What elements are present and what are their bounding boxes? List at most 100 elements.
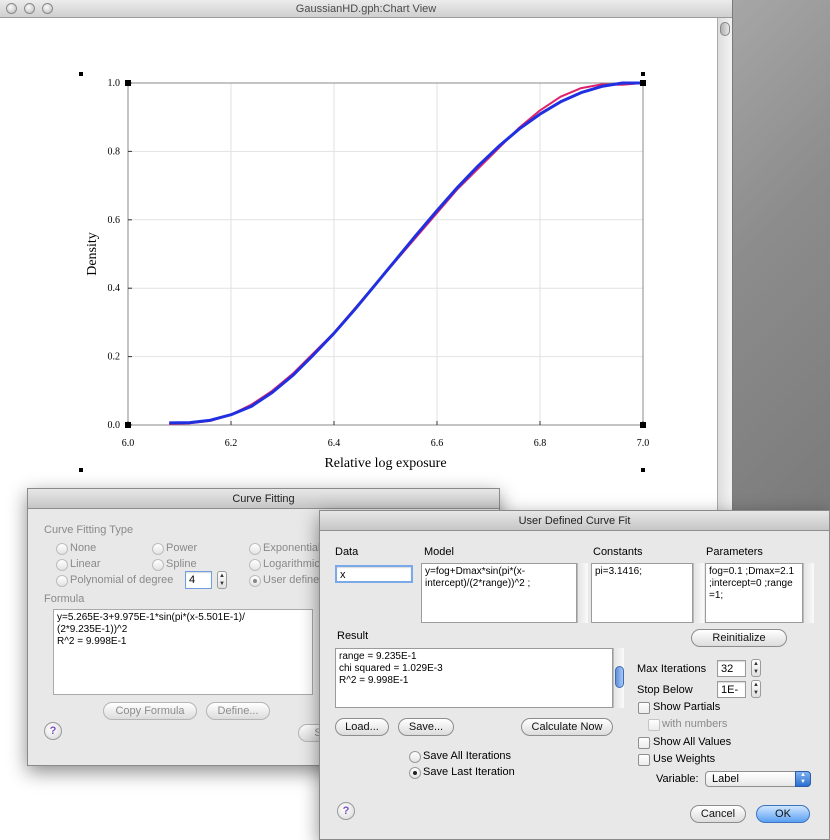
window-title: GaussianHD.gph:Chart View	[295, 3, 437, 15]
fitted-curve-line	[169, 81, 643, 425]
radio-save-all-iterations[interactable]	[409, 751, 421, 763]
ok-button[interactable]: OK	[756, 805, 810, 823]
tick-labels: 6.0 6.2 6.4 6.6 6.8 7.0 0.0 0.2 0.4 0.6 0.8 1.0	[108, 78, 650, 449]
x-tick-label: 6.0	[122, 438, 135, 449]
radio-logarithmic-label: Logarithmic	[263, 558, 320, 570]
copy-formula-button[interactable]: Copy Formula	[103, 702, 197, 720]
minimize-window-button[interactable]	[24, 3, 35, 14]
radio-polynomial[interactable]	[56, 575, 68, 587]
use-weights-label: Use Weights	[653, 753, 716, 765]
constants-textarea[interactable]: pi=3.1416;	[591, 563, 693, 623]
save-last-iteration-label: Save Last Iteration	[423, 766, 515, 778]
stop-below-stepper[interactable]: ▲ ▼	[751, 680, 761, 698]
polynomial-degree-field[interactable]: 4	[185, 571, 212, 589]
radio-spline-label: Spline	[166, 558, 197, 570]
scroll-thumb[interactable]	[720, 22, 730, 36]
show-partials-label: Show Partials	[653, 701, 721, 713]
plot-corner-handle	[125, 80, 131, 86]
calculate-now-button[interactable]: Calculate Now	[521, 718, 613, 736]
load-button[interactable]: Load...	[335, 718, 389, 736]
radio-power-label: Power	[166, 542, 198, 554]
model-textarea[interactable]: y=fog+Dmax*sin(pi*(x- intercept)/(2*rang…	[421, 563, 577, 623]
result-scrollbar[interactable]	[613, 648, 624, 708]
y-axis-label: Density	[85, 232, 100, 276]
plot-frame	[127, 82, 644, 426]
constants-label: Constants	[593, 546, 643, 558]
variable-label: Variable:	[656, 773, 699, 785]
y-tick-label: 0.6	[108, 215, 121, 226]
data-series-line	[169, 82, 644, 425]
line-chart: 6.0 6.2 6.4 6.6 6.8 7.0 0.0 0.2 0.4 0.6 0.8 1.0 Rel…	[79, 72, 650, 472]
radio-linear[interactable]	[56, 559, 68, 571]
show-all-values-label: Show All Values	[653, 736, 732, 748]
parameters-textarea[interactable]: fog=0.1 ;Dmax=2.1 ;intercept=0 ;range =1…	[705, 563, 803, 623]
degree-stepper[interactable]: ▲ ▼	[217, 571, 227, 589]
selection-handle	[641, 72, 645, 76]
with-numbers-label: with numbers	[662, 718, 728, 730]
x-tick-label: 6.8	[534, 438, 547, 449]
result-scroll-thumb[interactable]	[615, 666, 624, 688]
chart-series	[169, 81, 644, 425]
x-tick-label: 7.0	[637, 438, 650, 449]
parameters-scrollbar[interactable]	[803, 563, 814, 623]
show-all-values-checkbox[interactable]	[638, 737, 650, 749]
radio-exponential[interactable]	[249, 543, 261, 555]
radio-power[interactable]	[152, 543, 164, 555]
radio-none[interactable]	[56, 543, 68, 555]
select-arrows-icon: ▲ ▼	[795, 771, 811, 787]
selection-handle	[79, 468, 83, 472]
constants-scrollbar[interactable]	[693, 563, 704, 623]
user-defined-curve-fit-dialog: User Defined Curve Fit Data x Model y=fo…	[319, 510, 830, 840]
variable-select[interactable]: Label ▲ ▼	[705, 771, 811, 787]
plot-corner-handle	[640, 422, 646, 428]
cancel-button[interactable]: Cancel	[690, 805, 746, 823]
y-tick-label: 0.2	[108, 352, 121, 363]
stop-below-label: Stop Below	[637, 684, 693, 696]
variable-select-value: Label	[712, 773, 739, 785]
reinitialize-button[interactable]: Reinitialize	[691, 629, 787, 647]
y-tick-label: 1.0	[108, 78, 121, 89]
max-iterations-label: Max Iterations	[637, 663, 707, 675]
model-scrollbar[interactable]	[577, 563, 588, 623]
help-icon[interactable]: ?	[337, 802, 355, 820]
dialog-title: User Defined Curve Fit	[320, 511, 829, 531]
x-axis-label: Relative log exposure	[324, 456, 446, 471]
define-button[interactable]: Define...	[206, 702, 270, 720]
use-weights-checkbox[interactable]	[638, 754, 650, 766]
max-iterations-field[interactable]: 32	[717, 660, 746, 677]
chart-grid	[127, 82, 644, 426]
radio-spline[interactable]	[152, 559, 164, 571]
selection-handle	[79, 72, 83, 76]
save-button[interactable]: Save...	[398, 718, 454, 736]
radio-exponential-label: Exponential	[263, 542, 321, 554]
y-tick-label: 0.0	[108, 420, 121, 431]
formula-text: y=5.265E-3+9.975E-1*sin(pi*(x-5.501E-1)/…	[53, 609, 313, 695]
selection-handles	[79, 72, 646, 472]
help-icon[interactable]: ?	[44, 722, 62, 740]
x-tick-label: 6.2	[225, 438, 238, 449]
dialog-title: Curve Fitting	[28, 489, 499, 509]
radio-user-defined[interactable]	[249, 575, 261, 587]
formula-label: Formula	[44, 593, 85, 605]
result-label: Result	[337, 630, 369, 642]
radio-logarithmic[interactable]	[249, 559, 261, 571]
data-field[interactable]: x	[335, 565, 413, 583]
radio-save-last-iteration[interactable]	[409, 767, 421, 779]
radio-linear-label: Linear	[70, 558, 101, 570]
radio-user-defined-label: User defined	[263, 574, 326, 586]
save-all-iterations-label: Save All Iterations	[423, 750, 512, 762]
result-textarea[interactable]: range = 9.235E-1 chi squared = 1.029E-3 …	[335, 648, 613, 708]
max-iterations-stepper[interactable]: ▲ ▼	[751, 659, 761, 677]
close-window-button[interactable]	[6, 3, 17, 14]
y-tick-label: 0.8	[108, 146, 121, 157]
x-tick-label: 6.6	[431, 438, 444, 449]
selection-handle	[641, 468, 645, 472]
plot-corner-handle	[640, 80, 646, 86]
radio-polynomial-label: Polynomial of degree	[70, 574, 174, 586]
stop-below-field[interactable]: 1E-3	[717, 681, 746, 698]
y-tick-label: 0.4	[108, 283, 121, 294]
with-numbers-checkbox[interactable]	[648, 719, 660, 731]
parameters-label: Parameters	[706, 546, 763, 558]
zoom-window-button[interactable]	[42, 3, 53, 14]
show-partials-checkbox[interactable]	[638, 702, 650, 714]
